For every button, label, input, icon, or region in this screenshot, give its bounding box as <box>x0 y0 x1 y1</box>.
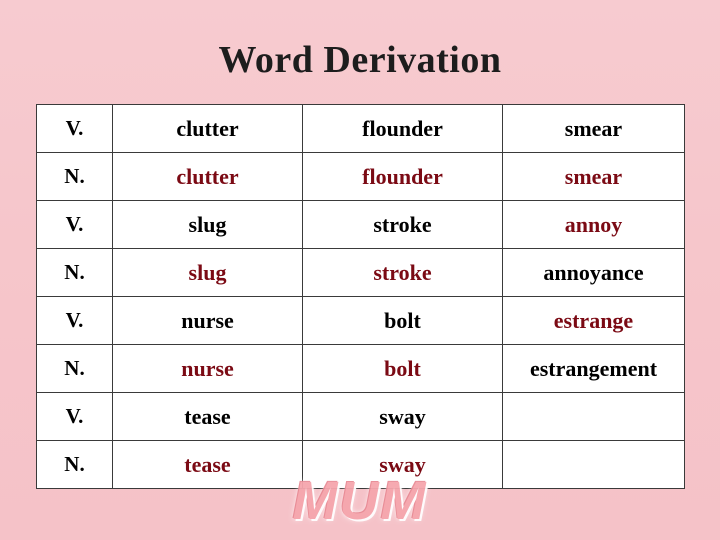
table-cell: smear <box>502 152 685 201</box>
row-part-of-speech: V. <box>36 296 113 345</box>
table-row: N. slug stroke annoyance <box>36 248 685 297</box>
table-cell: estrange <box>502 296 685 345</box>
row-part-of-speech: N. <box>36 440 113 489</box>
row-part-of-speech: V. <box>36 104 113 153</box>
table-cell: clutter <box>112 152 303 201</box>
table-body: V. clutter flounder smear N. clutter flo… <box>36 104 685 489</box>
table-cell: bolt <box>302 344 503 393</box>
row-part-of-speech: N. <box>36 248 113 297</box>
table-cell <box>502 440 685 489</box>
table-row: V. slug stroke annoy <box>36 200 685 249</box>
table-cell <box>502 392 685 441</box>
table-row: V. clutter flounder smear <box>36 104 685 153</box>
table-row: N. clutter flounder smear <box>36 152 685 201</box>
table-cell: flounder <box>302 104 503 153</box>
page-title: Word Derivation <box>218 39 502 81</box>
table-cell: stroke <box>302 200 503 249</box>
table-cell: annoy <box>502 200 685 249</box>
table-cell: tease <box>112 392 303 441</box>
table-cell: annoyance <box>502 248 685 297</box>
table-cell: clutter <box>112 104 303 153</box>
table-cell: tease <box>112 440 303 489</box>
slide-canvas: Word Derivation V. clutter flounder smea… <box>0 0 720 540</box>
word-derivation-table: V. clutter flounder smear N. clutter flo… <box>36 104 685 489</box>
table-row: V. tease sway <box>36 392 685 441</box>
table-row: N. nurse bolt estrangement <box>36 344 685 393</box>
table-cell: bolt <box>302 296 503 345</box>
table-cell: stroke <box>302 248 503 297</box>
table-cell: nurse <box>112 296 303 345</box>
table-cell: nurse <box>112 344 303 393</box>
table-cell: flounder <box>302 152 503 201</box>
table-row: N. tease sway <box>36 440 685 489</box>
table-cell: sway <box>302 392 503 441</box>
row-part-of-speech: N. <box>36 344 113 393</box>
table-cell: estrangement <box>502 344 685 393</box>
row-part-of-speech: V. <box>36 392 113 441</box>
row-part-of-speech: N. <box>36 152 113 201</box>
table-row: V. nurse bolt estrange <box>36 296 685 345</box>
row-part-of-speech: V. <box>36 200 113 249</box>
table-cell: sway <box>302 440 503 489</box>
table-cell: slug <box>112 200 303 249</box>
table-cell: smear <box>502 104 685 153</box>
table-cell: slug <box>112 248 303 297</box>
